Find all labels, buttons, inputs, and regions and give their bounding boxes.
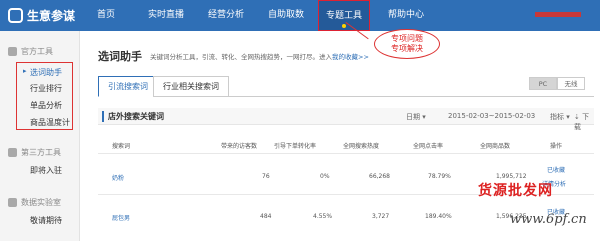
page-title: 选词助手 [98, 50, 142, 63]
table-cell-search-heat: 66,268 [369, 173, 390, 180]
nav-realtime[interactable]: 实时直播 [148, 0, 184, 31]
nav-topic-tools[interactable]: 专题工具 [318, 0, 370, 31]
nav-home[interactable]: 首页 [97, 0, 115, 31]
table-cell-keyword[interactable]: 奶粉 [112, 173, 124, 182]
sidebar-item-coming-soon[interactable]: 即将入驻 [30, 165, 62, 176]
nav-self-service-data[interactable]: 自助取数 [268, 0, 304, 31]
user-account-name[interactable] [535, 12, 581, 17]
sidebar-item-keyword-helper[interactable]: 选词助手 [23, 67, 62, 78]
table-cell-conversion: 4.55% [313, 213, 333, 220]
watermark-url: www.6pf.cn [510, 212, 587, 227]
nav-topic-tools-label: 专题工具 [325, 11, 362, 21]
sidebar-group-third-party-label: 第三方工具 [21, 148, 61, 157]
sidebar-group-third-party: 第三方工具 [8, 147, 61, 158]
my-favorites-link[interactable]: 我的收藏>> [332, 53, 369, 61]
table-header-divider [98, 153, 594, 154]
column-header-search-heat[interactable]: 全网搜索热度 [343, 141, 379, 150]
column-header-conversion[interactable]: 引导下单转化率 [274, 141, 316, 150]
sidebar-group-official: 官方工具 [8, 46, 53, 57]
page-description: 关键词分析工具，引流、转化、全网热搜趋势，一网打尽。进入我的收藏>> [150, 51, 369, 61]
favorited-link[interactable]: 已收藏 [547, 165, 565, 174]
toggle-pc[interactable]: PC [529, 77, 557, 90]
download-button[interactable]: ⇣ 下载 [574, 112, 594, 132]
flask-icon [8, 198, 17, 207]
metrics-select[interactable]: 指标 ▾ [550, 112, 570, 122]
active-indicator-dot [342, 24, 346, 28]
chevron-down-icon: ▾ [422, 113, 426, 121]
table-cell-visitors: 484 [260, 213, 272, 220]
table-cell-search-heat: 3,727 [372, 213, 390, 220]
sidebar-item-stay-tuned[interactable]: 敬请期待 [30, 215, 62, 226]
granularity-label: 日期 [406, 113, 420, 121]
main-content: 选词助手 关键词分析工具，引流、转化、全网热搜趋势，一网打尽。进入我的收藏>> … [80, 31, 600, 241]
toggle-wireless[interactable]: 无线 [557, 77, 585, 90]
tab-industry-keywords[interactable]: 行业相关搜索词 [153, 76, 229, 97]
table-cell-keyword[interactable]: 屁包男 [112, 213, 130, 222]
watermark-text: 货源批发网 [478, 183, 553, 199]
column-header-ctr[interactable]: 全网点击率 [413, 141, 443, 150]
download-icon: ⇣ [574, 113, 580, 121]
sidebar-group-data-lab: 数据实验室 [8, 197, 61, 208]
column-header-keyword[interactable]: 搜索词 [112, 141, 130, 150]
sidebar-item-industry-ranking[interactable]: 行业排行 [30, 83, 62, 94]
table-cell-ctr: 189.40% [425, 213, 452, 220]
grid-icon [8, 148, 17, 157]
sidebar-item-item-analysis[interactable]: 单品分析 [30, 100, 62, 111]
nav-business-analysis[interactable]: 经营分析 [208, 0, 244, 31]
device-toggle: PC 无线 [529, 77, 585, 90]
table-cell-item-count: 1,995,712 [496, 173, 527, 180]
column-header-actions: 操作 [550, 143, 563, 150]
sidebar-item-product-thermometer[interactable]: 商品温度计 [30, 117, 70, 128]
section-title: 店外搜索关键词 [102, 111, 164, 122]
chevron-down-icon: ▾ [566, 113, 570, 121]
brand-logo[interactable]: 生意参谋 [8, 7, 75, 24]
column-header-visitors[interactable]: 带来的访客数 [221, 141, 257, 150]
column-header-item-count[interactable]: 全网商品数 [480, 141, 510, 150]
granularity-select[interactable]: 日期 ▾ [406, 112, 426, 122]
sidebar-group-official-label: 官方工具 [21, 47, 53, 56]
sidebar-group-data-lab-label: 数据实验室 [21, 198, 61, 207]
top-navigation-bar: 生意参谋 首页 实时直播 经营分析 自助取数 专题工具 帮助中心 [0, 0, 600, 31]
metrics-label: 指标 [550, 113, 564, 121]
page-description-text: 关键词分析工具，引流、转化、全网热搜趋势，一网打尽。进入 [150, 53, 332, 61]
tab-traffic-keywords[interactable]: 引流搜索词 [98, 76, 158, 97]
table-cell-ctr: 78.79% [428, 173, 451, 180]
table-cell-visitors: 76 [262, 173, 270, 180]
nav-help-center[interactable]: 帮助中心 [388, 0, 424, 31]
date-range-picker[interactable]: 2015-02-03~2015-02-03 [448, 112, 535, 120]
table-cell-conversion: 0% [320, 173, 330, 180]
brand-name: 生意参谋 [27, 9, 76, 23]
toolbox-icon [8, 47, 17, 56]
sidebar: 官方工具 选词助手 行业排行 单品分析 商品温度计 第三方工具 即将入驻 数据实… [0, 31, 80, 241]
section-header: 店外搜索关键词 日期 ▾ 2015-02-03~2015-02-03 指标 ▾ … [98, 108, 594, 131]
logo-icon [8, 8, 23, 23]
